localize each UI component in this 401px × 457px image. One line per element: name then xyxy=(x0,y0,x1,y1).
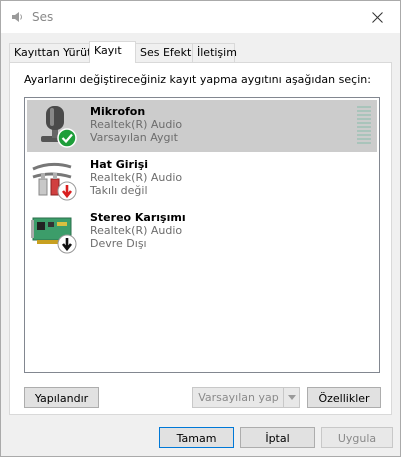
sound-card-icon xyxy=(31,217,77,254)
chevron-down-icon xyxy=(287,395,296,400)
close-icon xyxy=(371,11,383,23)
device-text: Hat Girişi Realtek(R) Audio Takılı değil xyxy=(90,158,182,197)
window-title: Ses xyxy=(32,10,54,24)
device-driver: Realtek(R) Audio xyxy=(90,224,183,237)
device-item-line-in[interactable]: Hat Girişi Realtek(R) Audio Takılı değil xyxy=(27,153,377,205)
properties-button[interactable]: Özellikler xyxy=(307,387,381,408)
tab-sound-effects[interactable]: Ses Efekti xyxy=(135,43,194,62)
device-text: Mikrofon Realtek(R) Audio Varsayılan Ayg… xyxy=(90,105,182,144)
level-meter xyxy=(357,106,371,144)
close-button[interactable] xyxy=(354,1,400,33)
device-list[interactable]: Mikrofon Realtek(R) Audio Varsayılan Ayg… xyxy=(24,97,380,373)
cancel-button[interactable]: İptal xyxy=(240,427,315,448)
microphone-icon xyxy=(41,106,77,148)
ok-button[interactable]: Tamam xyxy=(159,427,234,448)
device-text: Stereo Karışımı Realtek(R) Audio Devre D… xyxy=(90,211,186,250)
tab-playback[interactable]: Kayıttan Yürüt xyxy=(9,43,91,62)
device-status: Varsayılan Aygıt xyxy=(90,131,178,144)
title-bar[interactable]: Ses xyxy=(1,1,400,33)
device-driver: Realtek(R) Audio xyxy=(90,171,183,184)
device-name: Hat Girişi xyxy=(90,158,149,171)
set-default-dropdown[interactable] xyxy=(283,388,299,407)
device-item-stereo-mix[interactable]: Stereo Karışımı Realtek(R) Audio Devre D… xyxy=(27,206,377,258)
sound-dialog: Ses Kayıttan Yürüt Kayıt Ses Efekti İlet… xyxy=(0,0,401,457)
speaker-app-icon xyxy=(12,12,22,22)
tab-communications[interactable]: İletişim xyxy=(192,43,237,62)
device-name: Mikrofon xyxy=(90,105,146,118)
device-status: Takılı değil xyxy=(90,184,148,197)
line-in-cable-icon xyxy=(32,162,77,201)
tab-strip: Kayıttan Yürüt Kayıt Ses Efekti İletişim xyxy=(9,41,394,63)
device-name: Stereo Karışımı xyxy=(90,211,186,224)
recording-panel: Ayarlarını değiştireceğiniz kayıt yapma … xyxy=(9,62,392,415)
device-item-microphone[interactable]: Mikrofon Realtek(R) Audio Varsayılan Ayg… xyxy=(27,100,377,152)
device-status: Devre Dışı xyxy=(90,237,147,250)
set-default-split-button[interactable]: Varsayılan yap xyxy=(192,387,300,408)
configure-button[interactable]: Yapılandır xyxy=(24,387,99,408)
set-default-label: Varsayılan yap xyxy=(198,391,279,404)
device-driver: Realtek(R) Audio xyxy=(90,118,183,131)
instruction-text: Ayarlarını değiştireceğiniz kayıt yapma … xyxy=(24,73,371,86)
apply-button[interactable]: Uygula xyxy=(321,427,393,448)
tab-recording[interactable]: Kayıt xyxy=(89,41,136,63)
check-badge-icon xyxy=(57,128,77,148)
